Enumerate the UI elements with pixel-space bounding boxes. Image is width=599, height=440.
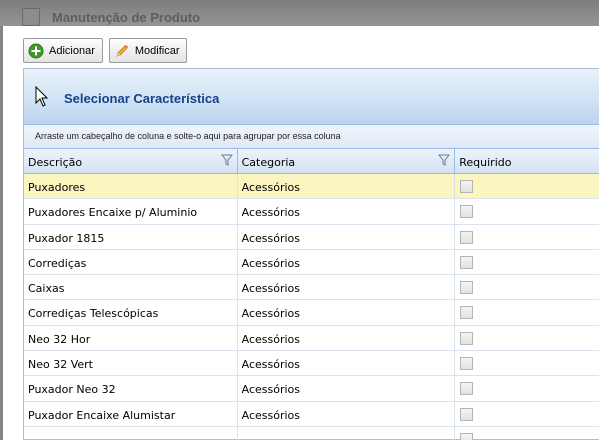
required-checkbox[interactable] [460, 331, 474, 345]
cell-descricao: Corrediças Telescópicas [24, 300, 238, 326]
cell-categoria [238, 426, 456, 440]
cell-descricao: Puxadores [24, 174, 238, 200]
table-row-partial[interactable] [24, 426, 599, 440]
select-characteristic-panel: Selecionar Característica Arraste um cab… [23, 68, 599, 440]
cell-categoria: Acessórios [238, 401, 456, 427]
cell-requirido [455, 174, 599, 199]
cell-descricao: Corrediças [24, 249, 238, 276]
cell-requirido [455, 402, 599, 427]
modify-button-label: Modificar [134, 44, 180, 57]
cell-categoria: Acessórios [238, 300, 456, 326]
cell-requirido [455, 351, 599, 376]
required-checkbox[interactable] [460, 180, 474, 193]
add-button-label: Adicionar [49, 44, 95, 57]
table-row[interactable]: Neo 32 Vert Acessórios [24, 351, 599, 377]
toolbar: Adicionar Modificar [23, 38, 188, 64]
table-row[interactable]: Neo 32 Hor Acessórios [24, 325, 599, 352]
column-header-label: Requirido [459, 156, 512, 169]
required-checkbox[interactable] [460, 230, 474, 244]
cell-requirido [455, 427, 599, 440]
cell-requirido [455, 376, 599, 401]
cell-requirido [455, 300, 599, 325]
cell-descricao: Puxadores Encaixe p/ Aluminio [24, 199, 238, 225]
table-row[interactable]: Puxador Neo 32 Acessórios [24, 376, 599, 402]
column-header-label: Descrição [28, 156, 83, 169]
required-checkbox[interactable] [460, 407, 474, 421]
table-row[interactable]: Corrediças Acessórios [24, 249, 599, 276]
required-checkbox[interactable] [460, 281, 474, 295]
cell-descricao: Puxador 1815 [24, 224, 238, 250]
panel-title: Selecionar Característica [64, 91, 220, 106]
table-row[interactable]: Puxadores Acessórios [24, 174, 599, 200]
add-button[interactable]: Adicionar [23, 38, 103, 63]
plus-circle-icon [28, 43, 44, 59]
grid-body: Puxadores Acessórios Puxadores Encaixe p… [24, 174, 599, 440]
column-header-requirido[interactable]: Requirido [455, 149, 599, 174]
app-icon [22, 8, 40, 26]
column-header-label: Categoria [241, 156, 296, 169]
cell-categoria: Acessórios [238, 376, 456, 402]
group-by-drop-area[interactable]: Arraste um cabeçalho de coluna e solte-o… [24, 125, 599, 149]
cell-requirido [455, 326, 599, 351]
cell-requirido [455, 199, 599, 224]
cell-categoria: Acessórios [238, 351, 456, 377]
panel-header: Selecionar Característica [24, 69, 599, 125]
cell-categoria: Acessórios [238, 275, 456, 301]
table-row[interactable]: Puxadores Encaixe p/ Aluminio Acessórios [24, 199, 599, 225]
required-checkbox[interactable] [460, 432, 474, 440]
cell-descricao: Caixas [24, 275, 238, 301]
cell-requirido [455, 275, 599, 300]
cell-descricao [24, 426, 238, 440]
column-header-categoria[interactable]: Categoria [238, 149, 456, 174]
filter-funnel-icon[interactable] [220, 154, 233, 169]
required-checkbox[interactable] [460, 357, 474, 371]
cell-categoria: Acessórios [238, 249, 456, 276]
pencil-icon [114, 43, 130, 59]
cell-categoria: Acessórios [238, 224, 456, 250]
table-row[interactable]: Caixas Acessórios [24, 275, 599, 301]
table-row[interactable]: Puxador Encaixe Alumistar Acessórios [24, 401, 599, 427]
cell-requirido [455, 250, 599, 275]
window-title: Manutenção de Produto [52, 10, 201, 25]
cell-descricao: Puxador Encaixe Alumistar [24, 401, 238, 427]
cell-categoria: Acessórios [238, 325, 456, 352]
required-checkbox[interactable] [460, 382, 474, 396]
cell-requirido [455, 225, 599, 250]
window-body: Adicionar Modificar Selecionar Caracterí… [0, 26, 599, 440]
filter-funnel-icon[interactable] [438, 154, 451, 169]
modify-button[interactable]: Modificar [108, 38, 188, 63]
cell-categoria: Acessórios [238, 174, 456, 200]
cell-categoria: Acessórios [238, 199, 456, 225]
table-row[interactable]: Puxador 1815 Acessórios [24, 224, 599, 250]
cell-descricao: Neo 32 Hor [24, 325, 238, 352]
table-row[interactable]: Corrediças Telescópicas Acessórios [24, 300, 599, 326]
column-header-descricao[interactable]: Descrição [24, 149, 238, 174]
cell-descricao: Neo 32 Vert [24, 351, 238, 377]
cell-descricao: Puxador Neo 32 [24, 376, 238, 402]
grid-header: Descrição Categoria Requirido [24, 149, 599, 174]
required-checkbox[interactable] [460, 255, 474, 269]
pointer-cursor-icon [35, 85, 49, 111]
required-checkbox[interactable] [460, 205, 474, 219]
required-checkbox[interactable] [460, 306, 474, 320]
characteristics-grid: Descrição Categoria Requirido Puxadores … [24, 149, 599, 440]
